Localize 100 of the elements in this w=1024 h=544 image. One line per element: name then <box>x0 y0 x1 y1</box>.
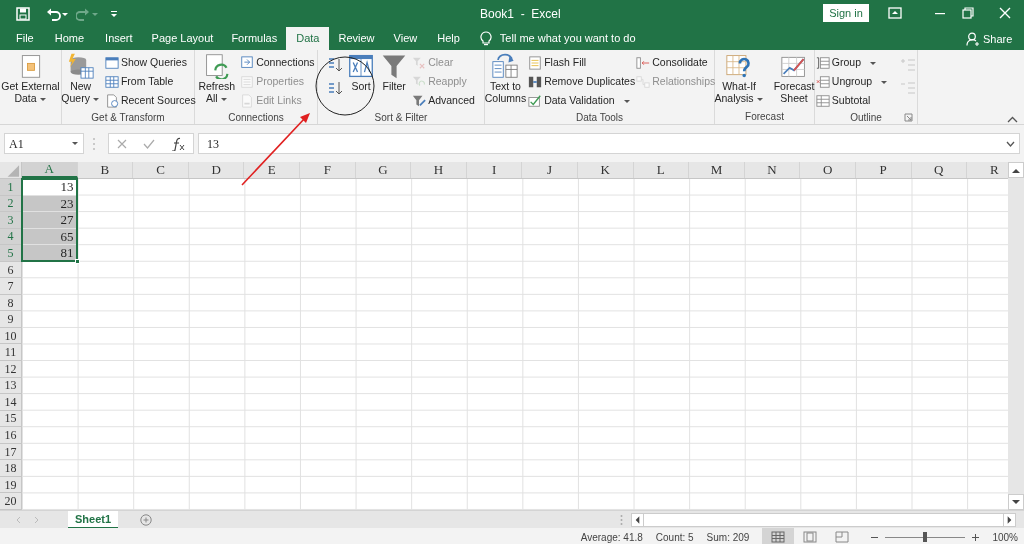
subtotal-icon <box>815 94 830 108</box>
ribbon-tab[interactable]: Review <box>329 27 384 50</box>
horizontal-scrollbar[interactable] <box>631 512 1017 527</box>
customize-toolbar-icon[interactable] <box>110 9 118 18</box>
share-button[interactable]: Share <box>966 31 1013 48</box>
zoom-slider[interactable] <box>885 531 966 543</box>
restore-icon[interactable] <box>962 7 974 19</box>
ribbon-button[interactable]: Ungroup <box>815 73 889 91</box>
column-header[interactable]: F <box>299 162 356 178</box>
column-header[interactable]: P <box>855 162 912 178</box>
ribbon-tab[interactable]: View <box>383 27 428 50</box>
ribbon-tab[interactable]: File <box>6 27 44 50</box>
ribbon-button[interactable]: Group <box>815 54 889 72</box>
ribbon-tab[interactable]: Formulas <box>222 27 287 50</box>
fill-handle[interactable] <box>75 258 80 264</box>
ribbon-button[interactable]: Connections <box>240 54 315 72</box>
remove-duplicates-icon <box>528 75 543 89</box>
undo-icon[interactable] <box>46 6 68 21</box>
ribbon-button[interactable]: Sort <box>346 53 377 92</box>
zoom-slider-thumb[interactable] <box>923 532 928 542</box>
ribbon-button[interactable]: Forecast Sheet <box>772 53 816 104</box>
vertical-scrollbar[interactable] <box>1008 162 1024 510</box>
row-header[interactable]: 14 <box>0 394 22 411</box>
insert-function-icon[interactable] <box>171 136 185 151</box>
collapse-ribbon-icon[interactable] <box>1007 116 1018 123</box>
tell-me-search[interactable]: Tell me what you want to do <box>499 30 636 47</box>
lightbulb-icon[interactable] <box>479 31 492 46</box>
ribbon-button[interactable]: From Table <box>104 73 196 91</box>
formula-field[interactable]: 13 <box>198 133 1020 154</box>
ribbon-button[interactable]: Subtotal <box>815 92 889 110</box>
column-header[interactable]: M <box>689 162 745 178</box>
name-box[interactable]: A1 <box>4 133 84 154</box>
scroll-up-icon[interactable] <box>1012 167 1020 173</box>
row-header[interactable]: 20 <box>0 493 22 510</box>
database-icon <box>66 53 95 79</box>
page-break-view-icon <box>835 531 850 543</box>
row-header[interactable]: 5 <box>0 245 22 262</box>
table-icon <box>104 75 119 89</box>
column-header[interactable]: K <box>577 162 634 178</box>
ribbon-tab[interactable]: Data <box>286 27 330 50</box>
ribbon-button[interactable]: Show Queries <box>104 54 196 72</box>
ribbon-display-options-icon[interactable] <box>888 7 902 19</box>
row-header[interactable]: 7 <box>0 278 22 295</box>
ribbon-button[interactable]: Advanced <box>412 92 475 110</box>
sheet-tab[interactable]: Sheet1 <box>68 510 119 529</box>
column-header[interactable]: G <box>355 162 412 178</box>
ribbon-button[interactable]: Data Validation <box>528 92 636 110</box>
drag-handle-icon <box>92 136 96 151</box>
column-header[interactable]: E <box>244 162 300 178</box>
zoom-in-icon[interactable] <box>971 532 981 542</box>
scroll-down-icon[interactable] <box>1012 499 1020 505</box>
normal-view-button[interactable] <box>762 528 795 544</box>
row-header[interactable]: 12 <box>0 361 22 378</box>
ribbon-button[interactable]: Remove Duplicates <box>528 73 636 91</box>
annotation-circle <box>315 56 375 116</box>
ribbon-group-label: Data Tools <box>575 111 624 125</box>
ribbon-tab[interactable]: Help <box>427 27 470 50</box>
ribbon-button[interactable]: Get External Data <box>0 53 61 104</box>
sort-ascending-icon <box>327 57 344 73</box>
column-header[interactable]: D <box>188 162 245 178</box>
ribbon-group-label: Sort & Filter <box>374 111 428 125</box>
row-header[interactable]: 3 <box>0 212 22 229</box>
ribbon-button[interactable]: Filter <box>379 53 410 92</box>
list-icon <box>240 75 255 89</box>
filter-clear-icon <box>412 56 427 70</box>
ribbon-group-label: Outline <box>850 111 882 125</box>
column-header[interactable]: B <box>77 162 134 178</box>
ribbon-button[interactable]: New Query <box>60 53 101 104</box>
column-header[interactable]: J <box>522 162 578 178</box>
relationships-icon <box>636 75 651 89</box>
row-header[interactable]: 18 <box>0 460 22 477</box>
column-header[interactable]: O <box>800 162 856 178</box>
close-icon[interactable] <box>999 7 1011 19</box>
save-icon[interactable] <box>16 6 30 21</box>
ribbon-tab[interactable]: Insert <box>95 27 143 50</box>
ribbon-button[interactable]: Recent Sources <box>104 92 196 110</box>
row-header[interactable]: 16 <box>0 427 22 444</box>
ribbon-button[interactable]: Flash Fill <box>528 54 636 72</box>
zoom-level-text[interactable]: 100% <box>992 529 1018 544</box>
column-header[interactable]: Q <box>911 162 968 178</box>
ribbon-button[interactable]: Refresh All <box>197 53 237 104</box>
redo-icon <box>76 6 98 21</box>
table-cell: 27 <box>22 212 78 229</box>
row-header[interactable]: 11 <box>0 344 22 361</box>
row-header[interactable]: 1 <box>0 179 22 196</box>
column-header[interactable]: C <box>133 162 189 178</box>
column-header[interactable]: A <box>22 162 78 178</box>
ribbon-button[interactable]: Text to Columns <box>483 53 528 104</box>
dialog-launcher-icon[interactable] <box>904 113 913 122</box>
row-header[interactable]: 9 <box>0 311 22 328</box>
column-header[interactable]: H <box>411 162 467 178</box>
ribbon-button[interactable]: Consolidate <box>636 54 716 72</box>
add-sheet-icon[interactable] <box>140 513 153 526</box>
ribbon-tab[interactable]: Page Layout <box>142 27 223 50</box>
ribbon-tab[interactable]: Home <box>43 27 96 50</box>
column-header[interactable]: I <box>466 162 523 178</box>
column-header[interactable]: N <box>744 162 801 178</box>
sign-in-button[interactable]: Sign in <box>823 4 869 22</box>
column-header[interactable]: L <box>633 162 690 178</box>
expand-formula-bar-icon[interactable] <box>1006 140 1015 147</box>
